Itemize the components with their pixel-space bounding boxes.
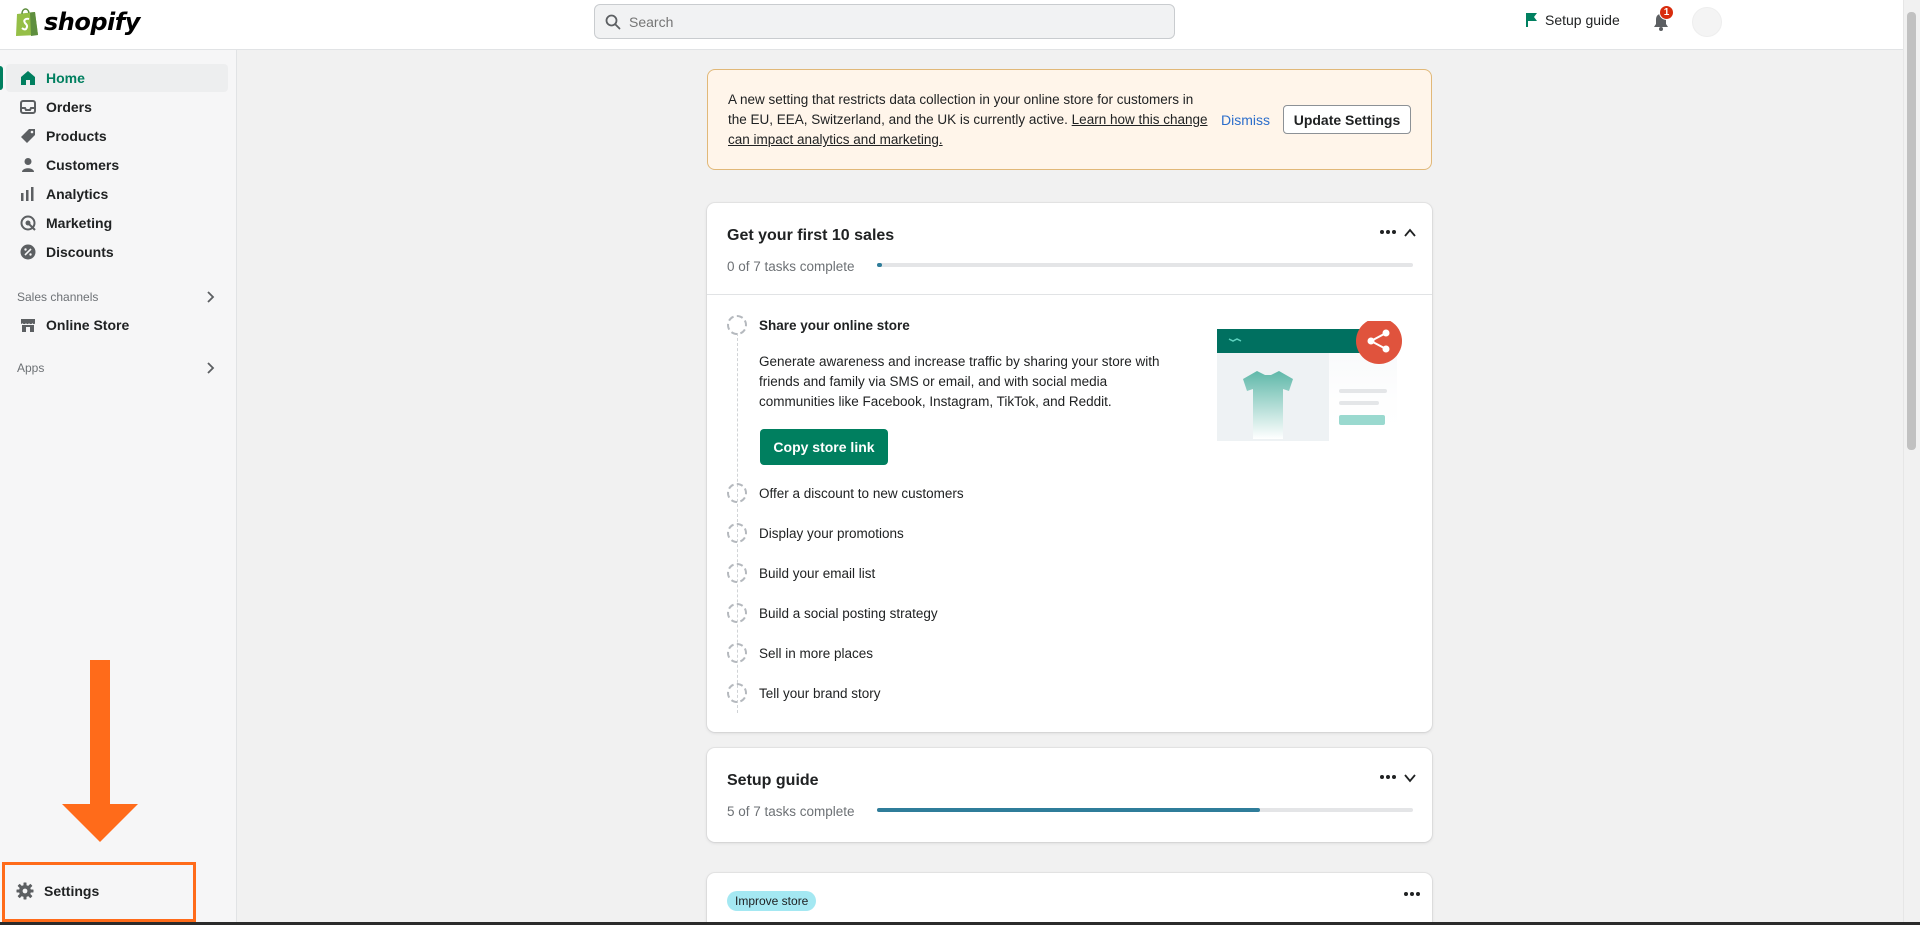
avatar[interactable] xyxy=(1692,7,1722,37)
data-collection-banner: A new setting that restricts data collec… xyxy=(707,69,1432,170)
task-offer-discount[interactable]: Offer a discount to new customers xyxy=(727,483,964,503)
logo-text: shopify xyxy=(44,8,140,36)
progress-bar-fill xyxy=(877,808,1260,812)
target-icon xyxy=(20,215,36,231)
task-label: Display your promotions xyxy=(759,525,904,541)
task-label: Build your email list xyxy=(759,565,876,581)
progress-bar xyxy=(877,808,1413,812)
task-label: Sell in more places xyxy=(759,645,874,661)
orders-icon xyxy=(20,100,36,114)
top-bar: shopify Setup guide 1 xyxy=(0,0,1920,50)
task-description: Generate awareness and increase traffic … xyxy=(759,354,1160,409)
sidebar-item-home[interactable]: Home xyxy=(0,64,228,92)
task-share-store[interactable]: Share your online store xyxy=(727,315,910,335)
first-sales-card: Get your first 10 sales 0 of 7 tasks com… xyxy=(707,203,1432,732)
task-build-email-list[interactable]: Build your email list xyxy=(727,563,875,583)
sidebar-item-products[interactable]: Products xyxy=(6,122,228,150)
task-label: Share your online store xyxy=(759,317,910,333)
annotation-arrow-shaft xyxy=(90,660,110,805)
sidebar-item-label: Products xyxy=(46,128,107,144)
dismiss-button[interactable]: Dismiss xyxy=(1221,112,1270,128)
sidebar-item-label: Analytics xyxy=(46,186,109,202)
settings-label: Settings xyxy=(44,883,100,899)
task-checkbox[interactable] xyxy=(727,643,747,663)
search-icon xyxy=(605,14,621,29)
search-input[interactable] xyxy=(629,13,1149,30)
apps-label: Apps xyxy=(17,361,45,375)
improve-store-card: Improve store xyxy=(707,873,1432,925)
apps-section[interactable]: Apps xyxy=(17,358,217,378)
task-checkbox[interactable] xyxy=(727,603,747,623)
task-sell-more-places[interactable]: Sell in more places xyxy=(727,643,873,663)
task-checkbox[interactable] xyxy=(727,483,747,503)
task-social-strategy[interactable]: Build a social posting strategy xyxy=(727,603,938,623)
task-label: Tell your brand story xyxy=(759,685,881,701)
update-settings-button[interactable]: Update Settings xyxy=(1283,105,1411,134)
banner-text: A new setting that restricts data collec… xyxy=(728,90,1208,150)
more-options-icon[interactable] xyxy=(1379,774,1397,780)
discount-icon xyxy=(20,244,36,260)
task-display-promotions[interactable]: Display your promotions xyxy=(727,523,904,543)
sidebar-item-customers[interactable]: Customers xyxy=(6,151,228,179)
sidebar-item-discounts[interactable]: Discounts xyxy=(6,238,228,266)
improve-store-tag: Improve store xyxy=(727,891,817,911)
chevron-right-icon[interactable] xyxy=(203,290,217,304)
card-title: Setup guide xyxy=(727,772,819,789)
sidebar-item-label: Customers xyxy=(46,157,120,173)
progress-bar xyxy=(877,263,1413,267)
task-checkbox[interactable] xyxy=(727,315,747,335)
sales-channels-section[interactable]: Sales channels xyxy=(17,287,217,307)
sidebar-item-label: Online Store xyxy=(46,317,130,333)
task-checkbox[interactable] xyxy=(727,523,747,543)
bar-chart-icon xyxy=(21,187,34,201)
shopify-bag-icon xyxy=(16,8,38,36)
setup-guide-card: Setup guide 5 of 7 tasks complete xyxy=(707,748,1432,842)
task-brand-story[interactable]: Tell your brand story xyxy=(727,683,881,703)
sidebar-item-label: Orders xyxy=(46,99,92,115)
card-title: Get your first 10 sales xyxy=(727,227,895,244)
progress-text: 5 of 7 tasks complete xyxy=(727,804,855,819)
sidebar: Home Orders Products Customers Analytics xyxy=(0,50,237,925)
setup-guide-button[interactable]: Setup guide xyxy=(1525,12,1620,28)
task-checkbox[interactable] xyxy=(727,563,747,583)
task-checkbox[interactable] xyxy=(727,683,747,703)
progress-bar-fill xyxy=(877,263,882,267)
tag-icon xyxy=(21,129,35,143)
card-divider xyxy=(707,294,1432,295)
storefront-icon xyxy=(21,319,35,332)
notification-badge: 1 xyxy=(1659,5,1674,20)
sidebar-item-marketing[interactable]: Marketing xyxy=(6,209,228,237)
sidebar-item-orders[interactable]: Orders xyxy=(6,93,228,121)
task-label: Offer a discount to new customers xyxy=(759,485,964,501)
annotation-arrow-head xyxy=(62,804,138,842)
sidebar-item-label: Discounts xyxy=(46,244,114,260)
home-icon xyxy=(21,71,35,85)
sidebar-item-settings[interactable]: Settings xyxy=(16,882,99,900)
progress-text: 0 of 7 tasks complete xyxy=(727,259,855,274)
flag-icon xyxy=(1526,13,1537,27)
more-options-icon[interactable] xyxy=(1379,229,1397,235)
share-store-illustration xyxy=(1217,321,1402,441)
scrollbar-thumb[interactable] xyxy=(1907,12,1916,450)
sidebar-item-online-store[interactable]: Online Store xyxy=(6,311,228,339)
sidebar-item-label: Home xyxy=(46,70,85,86)
task-label: Build a social posting strategy xyxy=(759,605,938,621)
chevron-down-icon[interactable] xyxy=(1403,771,1417,785)
more-options-icon[interactable] xyxy=(1403,891,1421,897)
gear-icon xyxy=(16,882,34,900)
setup-guide-label: Setup guide xyxy=(1545,12,1620,28)
chevron-up-icon[interactable] xyxy=(1403,226,1417,240)
person-icon xyxy=(22,158,34,172)
copy-store-link-button[interactable]: Copy store link xyxy=(760,429,888,465)
sales-channels-label: Sales channels xyxy=(17,290,99,304)
sidebar-item-label: Marketing xyxy=(46,215,113,231)
shopify-logo[interactable]: shopify xyxy=(14,6,140,38)
chevron-right-icon[interactable] xyxy=(203,361,217,375)
sidebar-item-analytics[interactable]: Analytics xyxy=(6,180,228,208)
search-bar[interactable] xyxy=(594,4,1175,39)
